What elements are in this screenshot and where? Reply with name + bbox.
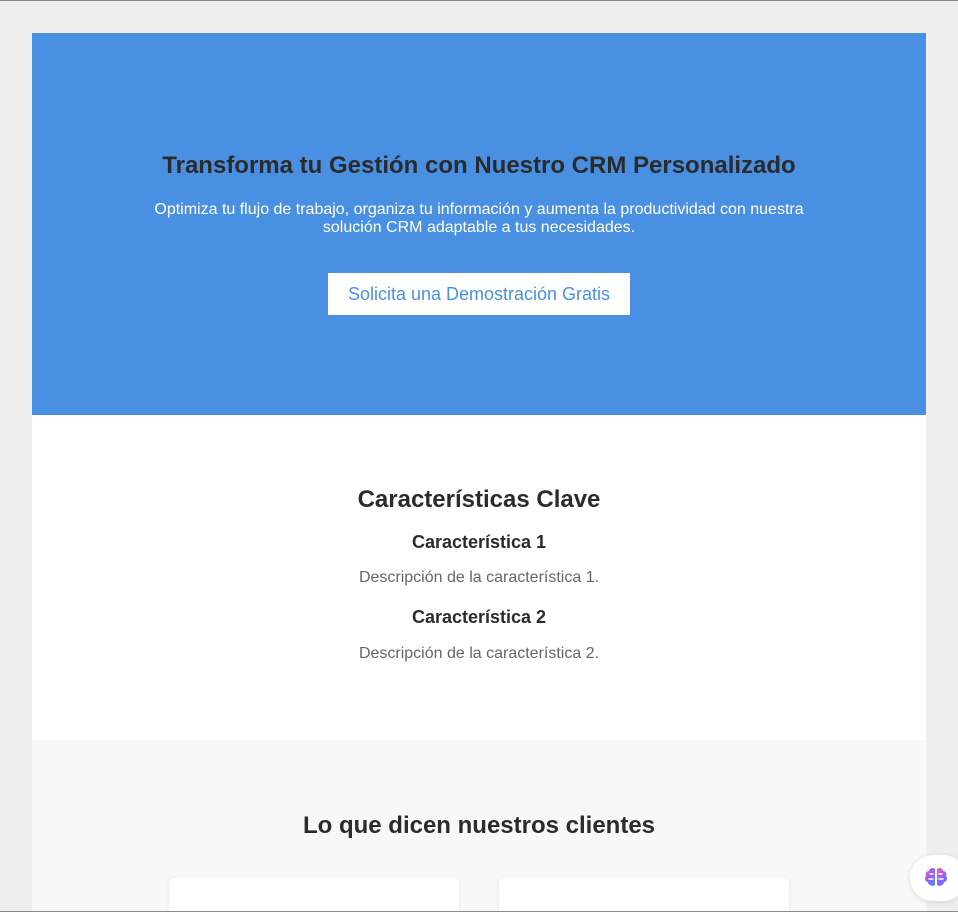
testimonial-card — [169, 878, 459, 912]
hero-section: Transforma tu Gestión con Nuestro CRM Pe… — [32, 33, 926, 415]
request-demo-button[interactable]: Solicita una Demostración Gratis — [327, 273, 631, 315]
feature-item: Característica 1 Descripción de la carac… — [32, 531, 926, 587]
feature-item: Característica 2 Descripción de la carac… — [32, 606, 926, 663]
features-section: Características Clave Característica 1 D… — [32, 415, 926, 740]
testimonial-card — [499, 878, 789, 912]
hero-title: Transforma tu Gestión con Nuestro CRM Pe… — [162, 152, 796, 179]
brain-icon — [924, 867, 948, 886]
feature-description: Descripción de la característica 1. — [358, 569, 600, 586]
landing-page: Transforma tu Gestión con Nuestro CRM Pe… — [32, 33, 926, 912]
floating-assistant-button[interactable] — [910, 855, 958, 901]
feature-title: Característica 2 — [411, 607, 547, 627]
features-title: Características Clave — [357, 486, 601, 513]
feature-title: Característica 1 — [411, 532, 547, 552]
testimonials-section: Lo que dicen nuestros clientes — [32, 740, 926, 912]
feature-description: Descripción de la característica 2. — [358, 645, 600, 662]
testimonials-title: Lo que dicen nuestros clientes — [302, 812, 656, 839]
hero-subtitle: Optimiza tu flujo de trabajo, organiza t… — [154, 201, 804, 236]
window-top-border — [0, 0, 958, 1]
